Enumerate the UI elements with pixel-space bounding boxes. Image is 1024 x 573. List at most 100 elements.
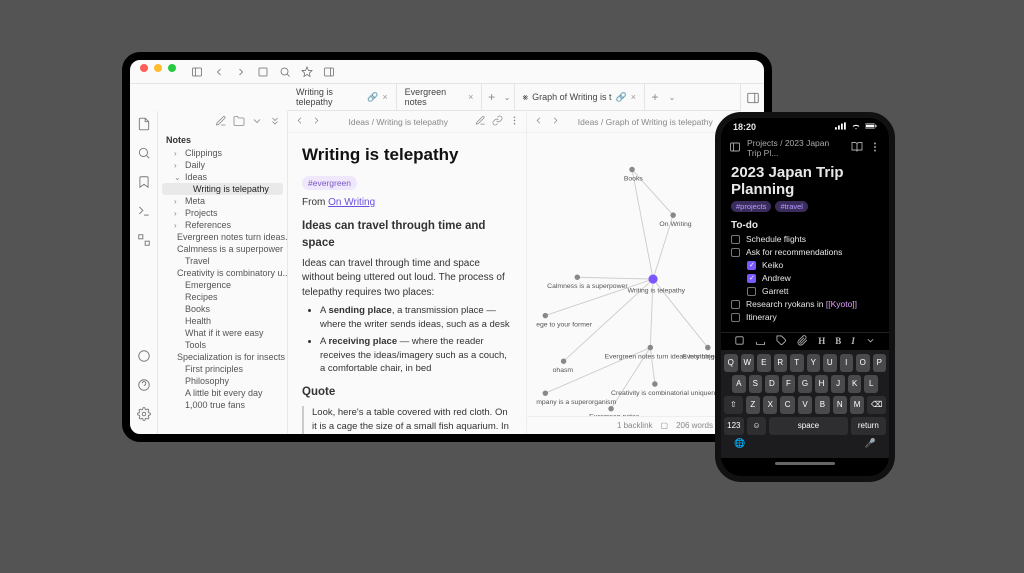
tag-chip[interactable]: #evergreen: [302, 176, 357, 190]
checkbox[interactable]: [731, 300, 740, 309]
key-A[interactable]: A: [732, 375, 746, 393]
tab-evergreen-notes[interactable]: Evergreen notes ×: [397, 84, 483, 110]
tree-item[interactable]: ›Clippings: [158, 147, 287, 159]
todo-item[interactable]: Keiko: [731, 259, 879, 272]
sidebar-toggle-icon[interactable]: [729, 141, 741, 155]
files-icon[interactable]: [137, 117, 151, 136]
breadcrumb[interactable]: Ideas / Writing is telepathy: [348, 117, 448, 127]
close-tab-icon[interactable]: ×: [631, 92, 636, 102]
key-T[interactable]: T: [790, 354, 804, 372]
key-X[interactable]: X: [763, 396, 777, 414]
tree-item[interactable]: Health: [158, 315, 287, 327]
todo-item[interactable]: Itinerary: [731, 311, 879, 324]
todo-item[interactable]: Garrett: [731, 285, 879, 298]
link-icon[interactable]: [492, 115, 503, 128]
more-icon[interactable]: [509, 115, 520, 128]
tag-icon[interactable]: [776, 335, 787, 348]
settings-icon[interactable]: [137, 407, 151, 426]
checkbox[interactable]: [747, 274, 756, 283]
nav-back-icon[interactable]: [294, 115, 305, 128]
new-tab-button[interactable]: +: [482, 84, 500, 110]
reading-mode-icon[interactable]: [851, 141, 863, 155]
globe-icon[interactable]: 🌐: [734, 438, 745, 449]
key-D[interactable]: D: [765, 375, 779, 393]
key-P[interactable]: P: [873, 354, 887, 372]
tree-item[interactable]: Emergence: [158, 279, 287, 291]
key-C[interactable]: C: [780, 396, 794, 414]
clip-icon[interactable]: [797, 335, 808, 348]
nav-back-icon[interactable]: [533, 115, 544, 128]
minimize-window-button[interactable]: [154, 64, 162, 72]
heading-button[interactable]: H: [818, 336, 825, 346]
breadcrumb[interactable]: Projects / 2023 Japan Trip Pl...: [747, 138, 839, 158]
nav-back-icon[interactable]: [212, 65, 226, 79]
key-123[interactable]: 123: [724, 417, 744, 435]
key-G[interactable]: G: [798, 375, 812, 393]
tab-graph[interactable]: ⨳ Graph of Writing is t 🔗 ×: [515, 84, 645, 110]
new-tab-button[interactable]: +: [645, 84, 665, 110]
key-I[interactable]: I: [840, 354, 854, 372]
tree-item[interactable]: Philosophy: [158, 375, 287, 387]
right-sidebar-toggle-icon[interactable]: [740, 84, 764, 111]
sort-icon[interactable]: [251, 115, 263, 129]
key-M[interactable]: M: [850, 396, 864, 414]
edit-mode-icon[interactable]: [475, 115, 486, 128]
tree-item[interactable]: ›Daily: [158, 159, 287, 171]
tab-list-dropdown[interactable]: ⌄: [665, 84, 679, 110]
key-E[interactable]: E: [757, 354, 771, 372]
todo-item[interactable]: Ask for recommendations: [731, 246, 879, 259]
backlinks-count[interactable]: 1 backlink: [617, 421, 653, 430]
tree-item[interactable]: Tools: [158, 339, 287, 351]
key-N[interactable]: N: [833, 396, 847, 414]
key-S[interactable]: S: [749, 375, 763, 393]
shift-key[interactable]: ⇧: [724, 396, 743, 414]
key-O[interactable]: O: [856, 354, 870, 372]
tree-item[interactable]: 1,000 true fans: [158, 399, 287, 411]
italic-button[interactable]: I: [851, 336, 855, 346]
keyboard-dismiss-icon[interactable]: [865, 335, 876, 348]
checkbox[interactable]: [731, 235, 740, 244]
panel-icon[interactable]: [322, 65, 336, 79]
tree-item[interactable]: ›Meta: [158, 195, 287, 207]
new-note-icon[interactable]: [215, 115, 227, 129]
checkbox[interactable]: [747, 287, 756, 296]
search-icon[interactable]: [137, 146, 151, 165]
key-J[interactable]: J: [831, 375, 845, 393]
sync-icon[interactable]: [137, 349, 151, 368]
return-key[interactable]: return: [851, 417, 886, 435]
tree-item[interactable]: Travel: [158, 255, 287, 267]
nav-forward-icon[interactable]: [550, 115, 561, 128]
key-Z[interactable]: Z: [746, 396, 760, 414]
tree-item[interactable]: ›Projects: [158, 207, 287, 219]
tree-item[interactable]: Specialization is for insects: [158, 351, 287, 363]
more-icon[interactable]: [869, 141, 881, 155]
checkbox[interactable]: [747, 261, 756, 270]
key-Y[interactable]: Y: [807, 354, 821, 372]
tree-item[interactable]: Books: [158, 303, 287, 315]
key-F[interactable]: F: [782, 375, 796, 393]
todo-item[interactable]: Andrew: [731, 272, 879, 285]
close-tab-icon[interactable]: ×: [468, 92, 473, 102]
key-W[interactable]: W: [741, 354, 755, 372]
collapse-icon[interactable]: [269, 115, 281, 129]
canvas-icon[interactable]: [137, 233, 151, 252]
bold-button[interactable]: B: [835, 336, 841, 346]
key-U[interactable]: U: [823, 354, 837, 372]
todo-item[interactable]: Schedule flights: [731, 233, 879, 246]
checkbox[interactable]: [731, 313, 740, 322]
panel-icon[interactable]: ▢: [661, 421, 669, 430]
note-editor[interactable]: Writing is telepathy #evergreen From On …: [288, 133, 526, 434]
breadcrumb[interactable]: Ideas / Graph of Writing is telepathy: [578, 117, 713, 127]
tree-item[interactable]: Writing is telepathy: [162, 183, 283, 195]
sidebar-toggle-icon[interactable]: [190, 65, 204, 79]
close-window-button[interactable]: [140, 64, 148, 72]
search-icon[interactable]: [278, 65, 292, 79]
tree-item[interactable]: Calmness is a superpower: [158, 243, 287, 255]
wikilink[interactable]: [[Kyoto]]: [826, 299, 857, 309]
tree-item[interactable]: A little bit every day: [158, 387, 287, 399]
todo-item[interactable]: Research ryokans in [[Kyoto]]: [731, 298, 879, 311]
home-indicator[interactable]: [775, 462, 835, 465]
key-R[interactable]: R: [774, 354, 788, 372]
tab-list-dropdown[interactable]: ⌄: [501, 84, 514, 110]
checkbox[interactable]: [731, 248, 740, 257]
